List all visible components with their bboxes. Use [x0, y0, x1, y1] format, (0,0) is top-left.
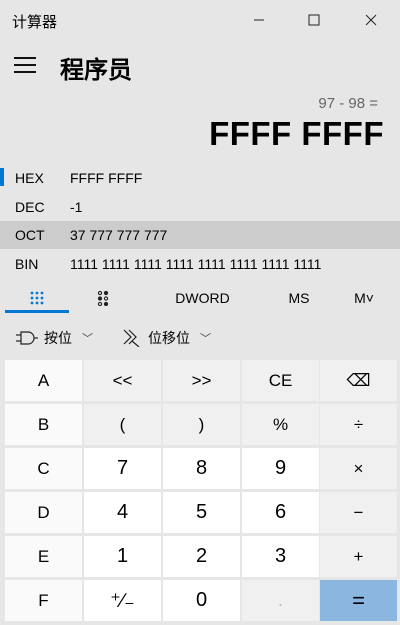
maximize-button[interactable]	[287, 0, 341, 40]
bitshift-dropdown[interactable]: 位移位 ﹀	[122, 328, 211, 348]
bitshift-icon	[123, 329, 140, 347]
bitwise-label: 按位	[44, 330, 72, 346]
key-9[interactable]: 9	[242, 448, 319, 489]
key-shift-right[interactable]: >>	[163, 360, 240, 401]
radix-label: DEC	[15, 199, 45, 215]
key-decimal: .	[242, 580, 319, 621]
key-multiply[interactable]: ×	[320, 448, 397, 489]
key-c[interactable]: C	[5, 448, 82, 489]
key-1[interactable]: 1	[84, 536, 161, 577]
radix-value: 37 777 777 777	[70, 227, 168, 243]
key-e[interactable]: E	[5, 536, 82, 577]
active-tab-indicator	[5, 310, 69, 313]
key-3[interactable]: 3	[242, 536, 319, 577]
maximize-icon	[308, 14, 320, 26]
title-bar: 计算器	[0, 0, 400, 40]
radix-value: 1111 1111 1111 1111 1111 1111 1111 1111	[70, 256, 322, 272]
key-backspace[interactable]: ⌫	[320, 360, 397, 401]
memory-dropdown-button[interactable]: M˅	[344, 283, 384, 313]
bitshift-label: 位移位	[148, 330, 190, 346]
minimize-icon	[254, 19, 264, 21]
menu-icon[interactable]	[14, 57, 36, 73]
key-divide[interactable]: ÷	[320, 404, 397, 445]
tab-full-keypad[interactable]	[5, 283, 69, 313]
radix-label: BIN	[15, 256, 39, 272]
radix-bin-row[interactable]: BIN 1111 1111 1111 1111 1111 1111 1111 1…	[0, 250, 400, 278]
radix-dec-row[interactable]: DEC -1	[0, 193, 400, 221]
key-subtract[interactable]: −	[320, 492, 397, 533]
radix-value: -1	[70, 199, 83, 215]
key-6[interactable]: 6	[242, 492, 319, 533]
radix-oct-row[interactable]: OCT 37 777 777 777	[0, 221, 400, 249]
key-0[interactable]: 0	[163, 580, 240, 621]
close-button[interactable]	[344, 0, 398, 40]
key-8[interactable]: 8	[163, 448, 240, 489]
minimize-button[interactable]	[232, 0, 286, 40]
key-5[interactable]: 5	[163, 492, 240, 533]
bitwise-dropdown[interactable]: 按位 ﹀	[16, 328, 93, 348]
key-f[interactable]: F	[5, 580, 82, 621]
key-clear-entry[interactable]: CE	[242, 360, 319, 401]
chevron-down-icon: ﹀	[200, 333, 211, 345]
key-2[interactable]: 2	[163, 536, 240, 577]
key-a[interactable]: A	[5, 360, 82, 401]
keypad-tabs: DWORD MS M˅	[0, 283, 400, 313]
app-title: 计算器	[12, 14, 58, 31]
radix-value: FFFF FFFF	[70, 170, 143, 186]
keypad-grid-icon	[30, 291, 44, 305]
key-d[interactable]: D	[5, 492, 82, 533]
mode-title: 程序员	[60, 57, 132, 84]
selection-indicator	[0, 168, 4, 186]
memory-store-button[interactable]: MS	[276, 283, 322, 313]
close-icon	[365, 14, 377, 26]
key-modulo[interactable]: %	[242, 404, 319, 445]
key-negate[interactable]: ⁺∕₋	[84, 580, 161, 621]
radix-label: OCT	[15, 227, 45, 243]
key-b[interactable]: B	[5, 404, 82, 445]
key-add[interactable]: +	[320, 536, 397, 577]
bitwise-gate-icon	[16, 331, 38, 345]
key-open-paren[interactable]: (	[84, 404, 161, 445]
radix-label: HEX	[15, 170, 44, 186]
key-close-paren[interactable]: )	[163, 404, 240, 445]
result-display: FFFF FFFF	[209, 115, 384, 152]
tab-bit-toggle[interactable]	[78, 283, 128, 313]
operation-dropdowns: 按位 ﹀ 位移位 ﹀	[0, 320, 400, 354]
key-shift-left[interactable]: <<	[84, 360, 161, 401]
key-equals[interactable]: =	[320, 580, 397, 621]
expression-display: 97 - 98 =	[318, 95, 378, 112]
radix-hex-row[interactable]: HEX FFFF FFFF	[0, 164, 400, 192]
key-4[interactable]: 4	[84, 492, 161, 533]
chevron-down-icon: ﹀	[82, 333, 93, 345]
key-7[interactable]: 7	[84, 448, 161, 489]
bit-toggle-icon	[97, 290, 109, 306]
word-size-button[interactable]: DWORD	[160, 283, 245, 313]
